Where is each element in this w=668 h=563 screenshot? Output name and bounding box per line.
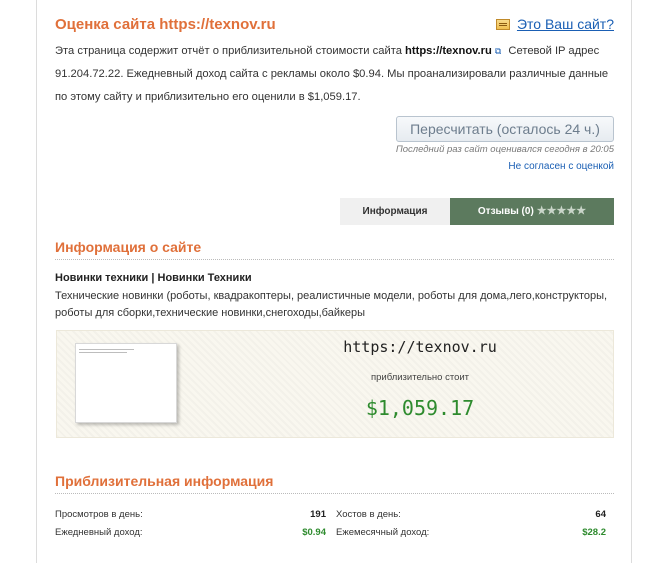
disagree-link[interactable]: Не согласен с оценкой: [508, 161, 614, 172]
stat-value: $28.2: [582, 527, 606, 538]
stat-label: Просмотров в день:: [55, 509, 143, 520]
last-evaluated-note: Последний раз сайт оценивался сегодня в …: [395, 144, 614, 155]
site-card-icon: [495, 18, 510, 30]
stat-value: 191: [310, 509, 326, 520]
tab-info[interactable]: Информация: [340, 198, 450, 225]
stat-label: Хостов в день:: [336, 509, 401, 520]
rating-stars-icon: ★★★★★: [536, 205, 587, 217]
site-description: Технические новинки (роботы, квадракопте…: [55, 290, 608, 319]
site-thumbnail: [75, 343, 177, 423]
valuation-price: $1,059.17: [365, 396, 475, 420]
site-title: Новинки техники | Новинки Техники: [55, 272, 252, 284]
stat-label: Ежемесячный доход:: [336, 527, 430, 538]
stat-label: Ежедневный доход:: [55, 527, 143, 538]
recalculate-button[interactable]: Пересчитать (осталось 24 ч.): [396, 116, 614, 142]
description-text-1: Эта страница содержит отчёт о приблизите…: [55, 45, 406, 57]
external-link-icon[interactable]: ⧉: [495, 40, 501, 63]
page-title: Оценка сайта https://texnov.ru: [55, 16, 276, 33]
site-info-heading: Информация о сайте: [55, 239, 202, 255]
description-site: https://texnov.ru: [405, 45, 492, 57]
divider: [55, 493, 614, 494]
valuation-approx-label: приблизительно стоит: [370, 372, 470, 383]
owner-link[interactable]: Это Ваш сайт?: [495, 16, 614, 32]
valuation-domain: https://texnov.ru: [343, 338, 497, 356]
tab-reviews[interactable]: Отзывы (0) ★★★★★: [450, 198, 614, 225]
stat-value: $0.94: [302, 527, 326, 538]
tab-reviews-label: Отзывы (0): [477, 206, 534, 217]
divider: [55, 259, 614, 260]
owner-link-label[interactable]: Это Ваш сайт?: [517, 16, 614, 32]
stat-value: 64: [595, 509, 606, 520]
report-description: Эта страница содержит отчёт о приблизите…: [55, 40, 615, 109]
approx-info-heading: Приблизительная информация: [55, 473, 274, 489]
